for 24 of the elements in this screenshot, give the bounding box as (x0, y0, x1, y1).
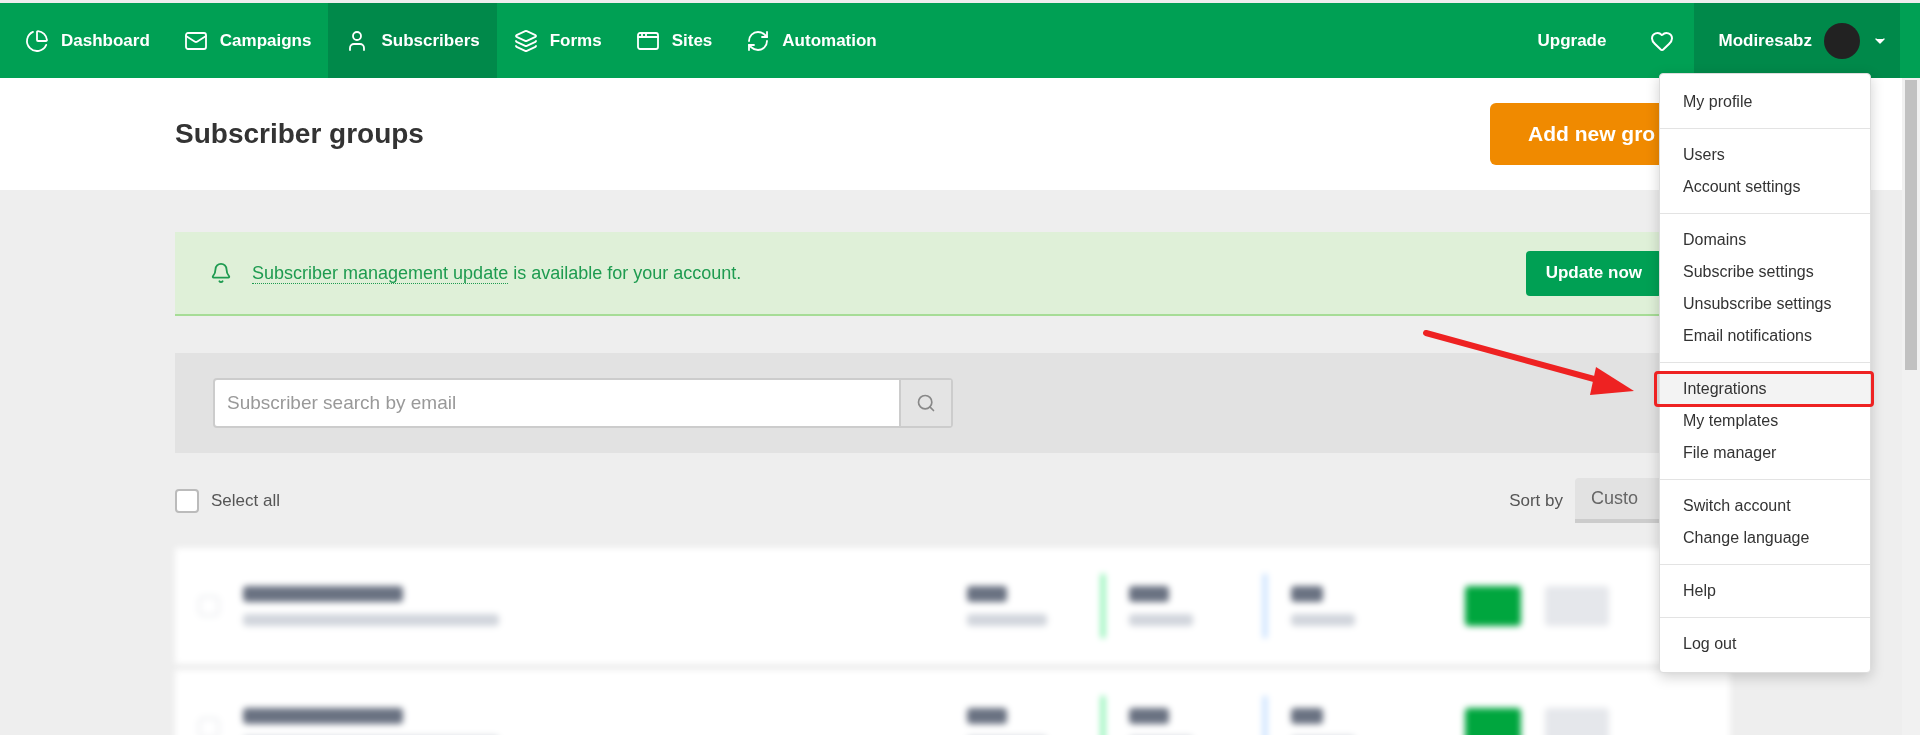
page-title: Subscriber groups (175, 117, 425, 151)
menu-item[interactable]: Account settings (1660, 171, 1870, 203)
refresh-icon (746, 28, 771, 53)
menu-item[interactable]: Unsubscribe settings (1660, 288, 1870, 320)
sort-label: Sort by (1509, 489, 1563, 512)
menu-item[interactable]: Domains (1660, 224, 1870, 256)
menu-item[interactable]: Change language (1660, 522, 1870, 554)
pie-chart-icon (25, 28, 49, 53)
menu-item[interactable]: File manager (1660, 437, 1870, 469)
nav-tab[interactable]: Subscribers (328, 3, 497, 78)
layers-icon (513, 28, 538, 53)
banner-message: Subscriber management update is available for your account. (252, 261, 743, 286)
menu-item[interactable]: Log out (1660, 628, 1870, 660)
select-all-checkbox[interactable] (175, 488, 199, 513)
menu-item[interactable]: Integrations (1660, 373, 1870, 405)
menu-item[interactable]: Subscribe settings (1660, 256, 1870, 288)
menu-item[interactable]: Help (1660, 575, 1870, 607)
avatar-icon (1824, 22, 1860, 59)
menu-item[interactable]: Email notifications (1660, 320, 1870, 352)
account-menu-button[interactable]: Modiresabz (1694, 3, 1900, 78)
select-all-label: Select all (211, 489, 281, 512)
menu-item[interactable]: My templates (1660, 405, 1870, 437)
search-icon (916, 393, 936, 413)
bell-icon (210, 262, 232, 284)
